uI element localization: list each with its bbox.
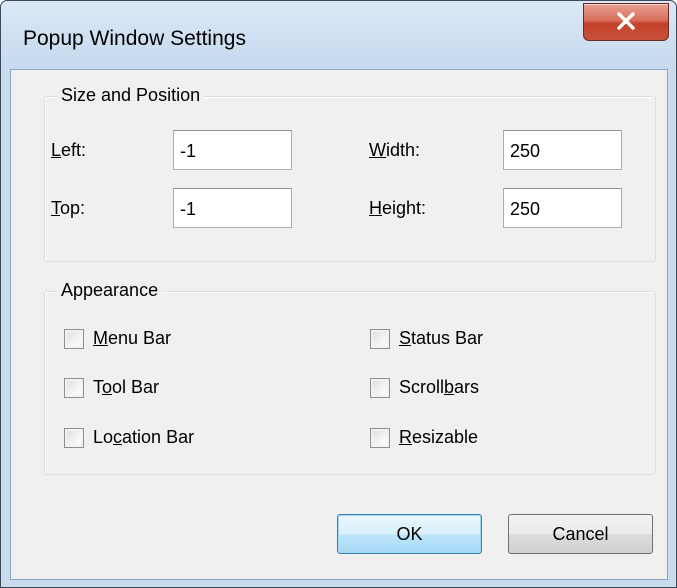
left-input[interactable]: -1: [173, 130, 292, 170]
dialog-title: Popup Window Settings: [23, 27, 246, 50]
resizable-checkbox[interactable]: [370, 428, 390, 448]
tool-bar-label: Tool Bar: [93, 377, 160, 397]
tool-bar-checkbox[interactable]: [64, 378, 84, 398]
top-input[interactable]: -1: [173, 188, 292, 228]
left-label: Left:: [51, 140, 87, 160]
menu-bar-label: Menu Bar: [93, 328, 172, 348]
dialog-client-area: Size and Position Left: -1 Width: 250 To…: [10, 69, 668, 580]
close-button[interactable]: [583, 3, 669, 41]
appearance-group-label: Appearance: [57, 280, 163, 301]
height-label: Height:: [369, 198, 427, 218]
ok-button[interactable]: OK: [337, 514, 482, 554]
height-input[interactable]: 250: [503, 188, 622, 228]
scrollbars-label: Scrollbars: [399, 377, 480, 397]
cancel-button[interactable]: Cancel: [508, 514, 653, 554]
top-label: Top:: [51, 198, 86, 218]
menu-bar-checkbox[interactable]: [64, 329, 84, 349]
resizable-label: Resizable: [399, 427, 479, 447]
location-bar-checkbox[interactable]: [64, 428, 84, 448]
dialog-window: Popup Window Settings Size and Position …: [0, 0, 677, 588]
scrollbars-checkbox[interactable]: [370, 378, 390, 398]
status-bar-label: Status Bar: [399, 328, 484, 348]
title-bar[interactable]: Popup Window Settings: [1, 1, 676, 69]
size-position-group-label: Size and Position: [57, 85, 205, 106]
size-position-group: Size and Position: [44, 85, 656, 262]
width-input[interactable]: 250: [503, 130, 622, 170]
location-bar-label: Location Bar: [93, 427, 195, 447]
close-x-icon: [617, 12, 635, 30]
width-label: Width:: [369, 140, 421, 160]
status-bar-checkbox[interactable]: [370, 329, 390, 349]
